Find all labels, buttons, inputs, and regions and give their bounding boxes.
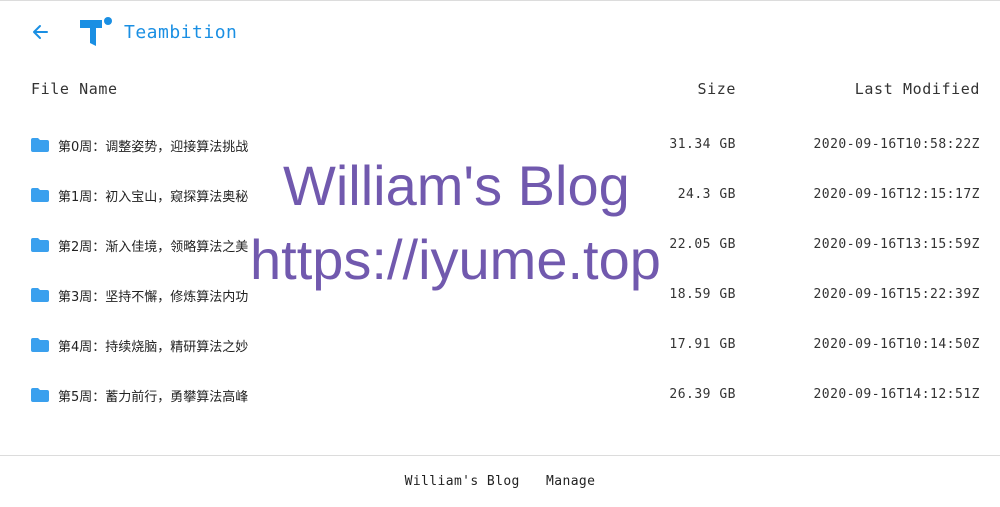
file-modified: 2020-09-16T13:15:59Z xyxy=(813,237,980,252)
file-name[interactable]: 第5周：蓄力前行，勇攀算法高峰 xyxy=(58,386,248,405)
folder-icon xyxy=(31,188,49,202)
file-row[interactable]: 第1周：初入宝山，窥探算法奥秘 24.3 GB 2020-09-16T12:15… xyxy=(0,170,1000,220)
footer-manage-link[interactable]: Manage xyxy=(546,474,595,489)
file-row[interactable]: 第5周：蓄力前行，勇攀算法高峰 26.39 GB 2020-09-16T14:1… xyxy=(0,370,1000,420)
file-size: 18.59 GB xyxy=(669,287,736,302)
file-modified: 2020-09-16T15:22:39Z xyxy=(813,287,980,302)
folder-icon xyxy=(31,138,49,152)
file-modified: 2020-09-16T14:12:51Z xyxy=(813,387,980,402)
file-name[interactable]: 第3周：坚持不懈，修炼算法内功 xyxy=(58,286,248,305)
column-header-modified[interactable]: Last Modified xyxy=(855,80,980,98)
column-header-name[interactable]: File Name xyxy=(31,80,118,98)
file-name[interactable]: 第2周：渐入佳境，领略算法之美 xyxy=(58,236,248,255)
back-button[interactable] xyxy=(30,22,50,42)
folder-icon xyxy=(31,238,49,252)
folder-icon xyxy=(31,288,49,302)
file-row[interactable]: 第4周：持续烧脑，精研算法之妙 17.91 GB 2020-09-16T10:1… xyxy=(0,320,1000,370)
arrow-left-icon xyxy=(33,25,48,39)
folder-icon xyxy=(31,388,49,402)
file-row[interactable]: 第0周：调整姿势，迎接算法挑战 31.34 GB 2020-09-16T10:5… xyxy=(0,120,1000,170)
header: Teambition xyxy=(30,16,237,48)
file-row[interactable]: 第2周：渐入佳境，领略算法之美 22.05 GB 2020-09-16T13:1… xyxy=(0,220,1000,270)
file-size: 17.91 GB xyxy=(669,337,736,352)
file-name[interactable]: 第0周：调整姿势，迎接算法挑战 xyxy=(58,136,248,155)
file-name[interactable]: 第4周：持续烧脑，精研算法之妙 xyxy=(58,336,248,355)
folder-icon xyxy=(31,338,49,352)
file-modified: 2020-09-16T10:14:50Z xyxy=(813,337,980,352)
file-row[interactable]: 第3周：坚持不懈，修炼算法内功 18.59 GB 2020-09-16T15:2… xyxy=(0,270,1000,320)
top-divider xyxy=(0,0,1000,1)
file-size: 26.39 GB xyxy=(669,387,736,402)
teambition-logo-icon xyxy=(80,17,112,46)
column-headers: File Name Size Last Modified xyxy=(0,80,1000,100)
file-size: 24.3 GB xyxy=(677,187,736,202)
column-header-size[interactable]: Size xyxy=(697,80,736,98)
file-size: 22.05 GB xyxy=(669,237,736,252)
footer-divider xyxy=(0,455,1000,456)
footer-blog-link[interactable]: William's Blog xyxy=(405,474,520,489)
file-modified: 2020-09-16T10:58:22Z xyxy=(813,137,980,152)
file-name[interactable]: 第1周：初入宝山，窥探算法奥秘 xyxy=(58,186,248,205)
file-modified: 2020-09-16T12:15:17Z xyxy=(813,187,980,202)
file-size: 31.34 GB xyxy=(669,137,736,152)
brand-title[interactable]: Teambition xyxy=(124,22,237,43)
footer: William's Blog Manage xyxy=(0,474,1000,489)
